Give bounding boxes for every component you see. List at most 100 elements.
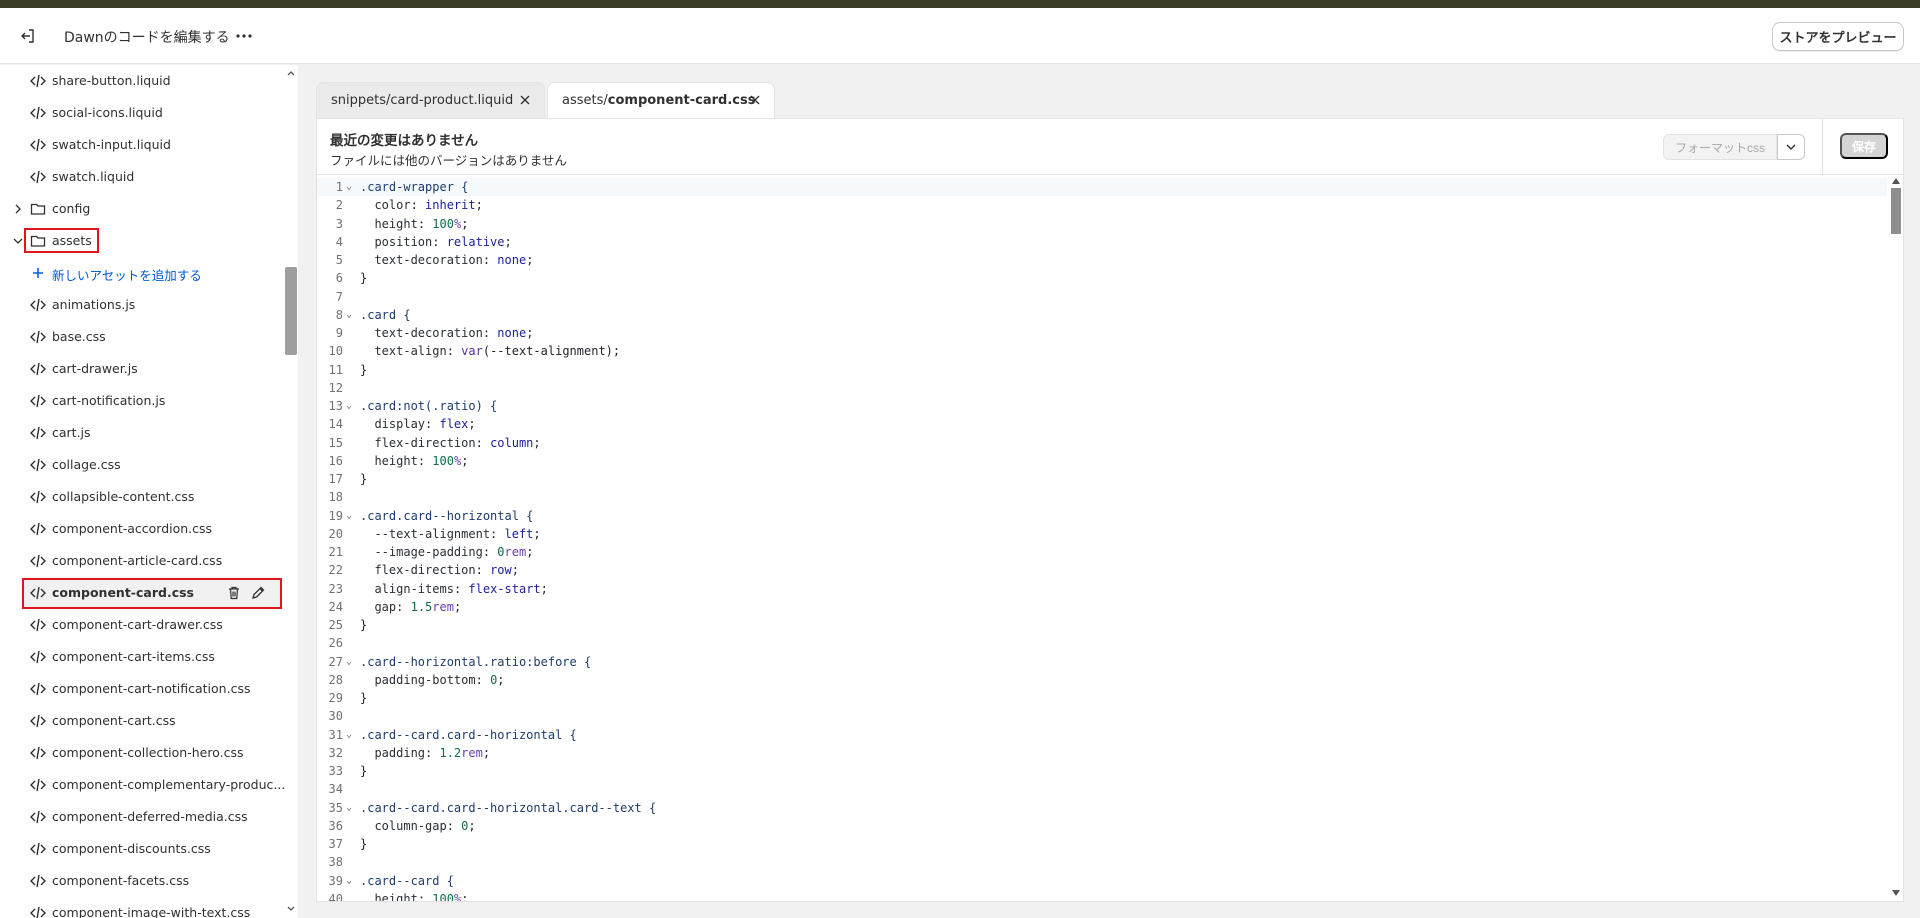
- file-item-component-complementary-produc[interactable]: component-complementary-produc...: [0, 769, 290, 801]
- code-line[interactable]: 17}: [317, 470, 1887, 488]
- code-line[interactable]: 11}: [317, 361, 1887, 379]
- code-line[interactable]: 18: [317, 488, 1887, 506]
- scroll-down-icon[interactable]: [1892, 890, 1900, 896]
- file-item-share-button-liquid[interactable]: share-button.liquid: [0, 65, 290, 97]
- line-number: 36: [328, 818, 343, 833]
- file-item-collage-css[interactable]: collage.css: [0, 449, 290, 481]
- editor-scrollbar[interactable]: [1889, 176, 1903, 901]
- fold-chevron-icon[interactable]: ⌄: [346, 178, 352, 196]
- code-line[interactable]: 12: [317, 379, 1887, 397]
- folder-item-config[interactable]: config: [0, 193, 290, 225]
- code-line[interactable]: 4 position: relative;: [317, 233, 1887, 251]
- fold-chevron-icon[interactable]: ⌄: [346, 726, 352, 744]
- code-line[interactable]: 2 color: inherit;: [317, 196, 1887, 214]
- file-item-swatch-liquid[interactable]: swatch.liquid: [0, 161, 290, 193]
- fold-chevron-icon[interactable]: ⌄: [346, 799, 352, 817]
- fold-chevron-icon[interactable]: ⌄: [346, 507, 352, 525]
- editor-scroll-thumb[interactable]: [1891, 188, 1901, 234]
- code-line[interactable]: 40 height: 100%;: [317, 890, 1887, 901]
- file-item-component-cart-items-css[interactable]: component-cart-items.css: [0, 641, 290, 673]
- code-line[interactable]: 15 flex-direction: column;: [317, 434, 1887, 452]
- code-line[interactable]: 8 ⌄ .card {: [317, 306, 1887, 324]
- code-line[interactable]: 14 display: flex;: [317, 415, 1887, 433]
- code-line[interactable]: 13 ⌄ .card:not(.ratio) {: [317, 397, 1887, 415]
- file-item-component-cart-notification-css[interactable]: component-cart-notification.css: [0, 673, 290, 705]
- format-css-button[interactable]: フォーマットcss: [1663, 134, 1777, 160]
- file-item-component-deferred-media-css[interactable]: component-deferred-media.css: [0, 801, 290, 833]
- file-item-component-accordion-css[interactable]: component-accordion.css: [0, 513, 290, 545]
- fold-chevron-icon[interactable]: ⌄: [346, 397, 352, 415]
- file-item-component-article-card-css[interactable]: component-article-card.css: [0, 545, 290, 577]
- code-line[interactable]: 30: [317, 707, 1887, 725]
- code-line[interactable]: 1 ⌄ .card-wrapper {: [317, 178, 1887, 197]
- code-line[interactable]: 3 height: 100%;: [317, 215, 1887, 233]
- fold-chevron-icon[interactable]: ⌄: [346, 653, 352, 671]
- file-item-cart-notification-js[interactable]: cart-notification.js: [0, 385, 290, 417]
- file-item-component-image-with-text-css[interactable]: component-image-with-text.css: [0, 897, 290, 918]
- code-line[interactable]: 9 text-decoration: none;: [317, 324, 1887, 342]
- code-line[interactable]: 29}: [317, 689, 1887, 707]
- file-item-animations-js[interactable]: animations.js: [0, 289, 290, 321]
- code-line[interactable]: 16 height: 100%;: [317, 452, 1887, 470]
- code-line[interactable]: 37}: [317, 835, 1887, 853]
- code-line[interactable]: 6}: [317, 269, 1887, 287]
- file-item-component-cart-css[interactable]: component-cart.css: [0, 705, 290, 737]
- code-line[interactable]: 25}: [317, 616, 1887, 634]
- code-text: height: 100%;: [374, 453, 469, 468]
- code-line[interactable]: 39 ⌄ .card--card {: [317, 872, 1887, 890]
- format-options-button[interactable]: [1777, 134, 1805, 160]
- close-icon[interactable]: [520, 95, 530, 105]
- preview-store-button[interactable]: ストアをプレビュー: [1772, 22, 1904, 51]
- code-line[interactable]: 7: [317, 288, 1887, 306]
- exit-icon[interactable]: [16, 24, 40, 48]
- code-line[interactable]: 27 ⌄ .card--horizontal.ratio:before {: [317, 653, 1887, 671]
- code-line[interactable]: 38: [317, 853, 1887, 871]
- code-line[interactable]: 32 padding: 1.2rem;: [317, 744, 1887, 762]
- file-item-component-discounts-css[interactable]: component-discounts.css: [0, 833, 290, 865]
- code-line[interactable]: 36 column-gap: 0;: [317, 817, 1887, 835]
- chevron-down-icon[interactable]: [12, 235, 24, 247]
- more-horizontal-icon[interactable]: [232, 24, 256, 48]
- scroll-up-icon[interactable]: [286, 69, 296, 77]
- scroll-down-icon[interactable]: [286, 905, 296, 913]
- file-item-component-facets-css[interactable]: component-facets.css: [0, 865, 290, 897]
- line-number: 23: [328, 581, 343, 596]
- code-area[interactable]: 1 ⌄ .card-wrapper {2 color: inherit; 3 heig…: [317, 176, 1903, 901]
- code-line[interactable]: 19 ⌄ .card.card--horizontal {: [317, 507, 1887, 525]
- fold-chevron-icon[interactable]: ⌄: [346, 306, 352, 324]
- file-item-cart-drawer-js[interactable]: cart-drawer.js: [0, 353, 290, 385]
- code-line[interactable]: 34: [317, 780, 1887, 798]
- code-file-icon: [30, 682, 46, 696]
- tab-component-card-css[interactable]: assets/component-card.css: [547, 82, 775, 118]
- code-line[interactable]: 24 gap: 1.5rem;: [317, 598, 1887, 616]
- code-line[interactable]: 10 text-align: var(--text-alignment);: [317, 342, 1887, 360]
- tab-card-product-liquid[interactable]: snippets/card-product.liquid: [316, 82, 545, 118]
- save-button[interactable]: 保存: [1840, 133, 1888, 159]
- code-line[interactable]: 35 ⌄ .card--card.card--horizontal.card--te…: [317, 799, 1887, 817]
- fold-chevron-icon[interactable]: ⌄: [346, 872, 352, 890]
- sidebar-scroll-thumb[interactable]: [285, 267, 297, 355]
- sidebar-scrollbar[interactable]: [285, 65, 297, 918]
- file-item-component-collection-hero-css[interactable]: component-collection-hero.css: [0, 737, 290, 769]
- file-item-swatch-input-liquid[interactable]: swatch-input.liquid: [0, 129, 290, 161]
- code-line[interactable]: 5 text-decoration: none;: [317, 251, 1887, 269]
- code-line[interactable]: 21 --image-padding: 0rem;: [317, 543, 1887, 561]
- close-icon[interactable]: [750, 95, 760, 105]
- code-line[interactable]: 23 align-items: flex-start;: [317, 580, 1887, 598]
- code-line[interactable]: 33}: [317, 762, 1887, 780]
- code-text: text-align: var(--text-alignment);: [374, 344, 621, 359]
- file-item-social-icons-liquid[interactable]: social-icons.liquid: [0, 97, 290, 129]
- add-asset-link[interactable]: 新しいアセットを追加する: [0, 257, 290, 289]
- code-line[interactable]: 26: [317, 634, 1887, 652]
- scroll-up-icon[interactable]: [1892, 178, 1900, 184]
- code-line[interactable]: 20 --text-alignment: left;: [317, 525, 1887, 543]
- file-item-component-cart-drawer-css[interactable]: component-cart-drawer.css: [0, 609, 290, 641]
- file-item-base-css[interactable]: base.css: [0, 321, 290, 353]
- code-file-icon: [30, 394, 46, 408]
- chevron-right-icon[interactable]: [12, 203, 24, 215]
- file-item-collapsible-content-css[interactable]: collapsible-content.css: [0, 481, 290, 513]
- code-line[interactable]: 28 padding-bottom: 0;: [317, 671, 1887, 689]
- code-line[interactable]: 31 ⌄ .card--card.card--horizontal {: [317, 726, 1887, 744]
- code-line[interactable]: 22 flex-direction: row;: [317, 561, 1887, 579]
- file-item-cart-js[interactable]: cart.js: [0, 417, 290, 449]
